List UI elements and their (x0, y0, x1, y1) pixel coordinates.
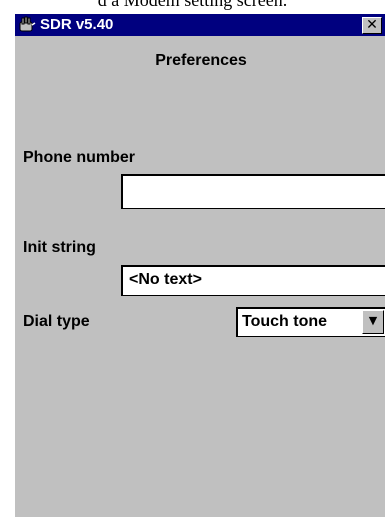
chevron-down-icon: ▼ (368, 314, 378, 327)
app-hand-icon (19, 16, 36, 32)
window-title: SDR v5.40 (40, 16, 114, 33)
close-button[interactable]: ✕ (362, 17, 382, 34)
dial-type-value: Touch tone (242, 313, 328, 330)
title-bar[interactable]: SDR v5.40 ✕ (15, 14, 385, 36)
dropdown-button[interactable]: ▼ (362, 310, 384, 334)
dial-type-label: Dial type (23, 313, 90, 330)
caption-text: d a Modem setting screen. (97, 0, 288, 10)
close-icon: ✕ (366, 17, 378, 33)
init-string-field[interactable]: <No text> (121, 265, 385, 296)
page-title: Preferences (155, 52, 247, 69)
app-window: SDR v5.40 ✕ Preferences Phone number Ini… (13, 14, 385, 517)
phone-number-label: Phone number (23, 149, 136, 166)
phone-number-field[interactable] (121, 174, 385, 209)
init-string-label: Init string (23, 239, 96, 256)
dial-type-select[interactable]: Touch tone ▼ (236, 307, 385, 337)
